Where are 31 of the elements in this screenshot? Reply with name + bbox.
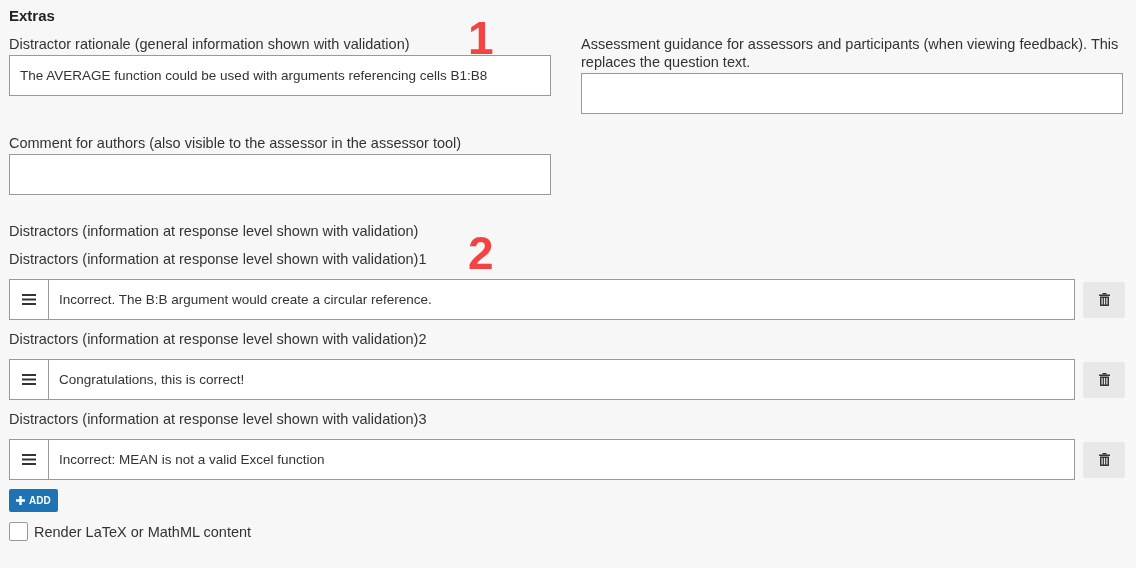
section-title: Extras [9, 6, 56, 26]
checkbox[interactable] [9, 522, 28, 541]
trash-icon [1098, 293, 1110, 306]
annotation-number: 2 [468, 230, 494, 276]
field-label: Distractors (information at response level shown with validation)2 [9, 330, 427, 349]
delete-button[interactable] [1083, 281, 1125, 318]
distractor-field[interactable]: Incorrect. The B:B argument would create a circular reference. [49, 279, 1075, 320]
field-label: Distractors (information at response level shown with validation)3 [9, 410, 427, 429]
drag-handle[interactable] [9, 439, 49, 480]
delete-button[interactable] [1083, 361, 1125, 398]
distractor-field[interactable]: Congratulations, this is correct! [49, 359, 1075, 400]
trash-icon [1098, 453, 1110, 466]
comment-field[interactable] [9, 154, 551, 195]
rationale-field[interactable]: The AVERAGE function could be used with arguments referencing cells B1:B8 [9, 55, 551, 96]
field-label: Distractors (information at response level shown with validation)1 [9, 250, 427, 269]
drag-handle[interactable] [9, 279, 49, 320]
plus-icon [16, 496, 25, 505]
drag-handle[interactable] [9, 359, 49, 400]
drag-handle-icon [22, 294, 36, 305]
trash-icon [1098, 373, 1110, 386]
field-label: Distractor rationale (general information shown with validation) [9, 35, 410, 53]
field-label: Assessment guidance for assessors and participants (when viewing feedback). This replaces the question text. [581, 35, 1120, 71]
field-label: Distractors (information at response level shown with validation) [9, 222, 419, 240]
checkbox-label: Render LaTeX or MathML content [34, 522, 252, 541]
distractor-field[interactable]: Incorrect: MEAN is not a valid Excel function [49, 439, 1075, 480]
guidance-field[interactable] [581, 73, 1123, 114]
drag-handle-icon [22, 454, 36, 465]
field-label: Comment for authors (also visible to the assessor in the assessor tool) [9, 134, 462, 152]
drag-handle-icon [22, 374, 36, 385]
add-button[interactable]: ADD [9, 489, 58, 512]
delete-button[interactable] [1083, 441, 1125, 478]
